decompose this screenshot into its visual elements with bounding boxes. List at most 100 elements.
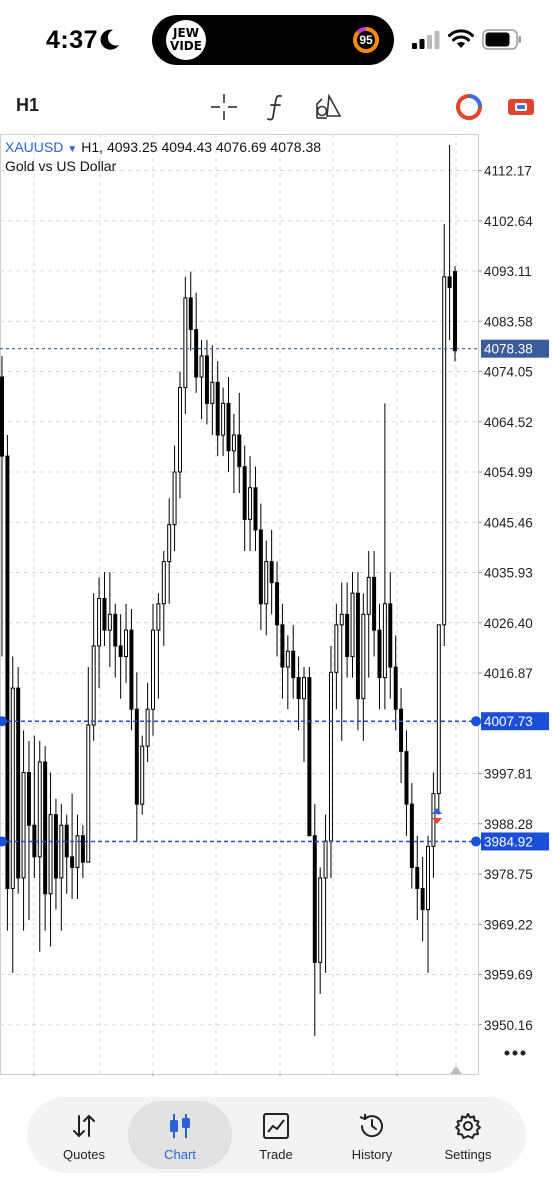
timeframe-button[interactable]: H1: [16, 95, 39, 116]
app-logo: JEW VIDE: [166, 20, 206, 60]
candle-bull: [442, 276, 447, 626]
candle-bear: [269, 561, 274, 584]
symbol-dropdown-caret-icon[interactable]: ▼: [67, 144, 77, 155]
candle-bull: [231, 434, 236, 452]
candle-bear: [43, 761, 48, 895]
candle-bull: [221, 402, 226, 436]
price-axis-label: 4045.46: [484, 515, 533, 530]
candle-bear: [113, 613, 118, 647]
candle-bull: [145, 708, 150, 747]
price-chart[interactable]: 4112.17 4102.64 4093.11 4083.58 4074.05 4064.…: [0, 134, 553, 1076]
quotes-icon: [73, 1115, 95, 1137]
candle-bear: [420, 888, 425, 911]
candle-bull: [199, 355, 204, 378]
candle-bear: [215, 381, 220, 436]
symbol-name[interactable]: XAUUSD: [5, 139, 63, 155]
candle-bear: [118, 645, 123, 657]
level-handle-right: [471, 716, 481, 727]
candle-bull: [328, 671, 333, 842]
candle-bull: [161, 561, 166, 605]
candle-bull: [339, 613, 344, 626]
more-options-icon[interactable]: [503, 1049, 527, 1057]
candle-bull: [97, 597, 102, 647]
candle-bull: [10, 687, 15, 890]
history-icon: [359, 1114, 383, 1138]
candle-bull: [151, 629, 155, 710]
cellular-signal-icon: [412, 31, 440, 49]
chart-candles-icon: [170, 1114, 190, 1138]
nav-settings[interactable]: Settings: [416, 1101, 520, 1169]
candle-bull: [248, 487, 253, 520]
candlestick-chart[interactable]: 4112.17 4102.64 4093.11 4083.58 4074.05 4064.…: [0, 134, 553, 1076]
candle-bear: [258, 529, 263, 605]
price-axis-label: 3997.81: [484, 767, 533, 782]
candle-bear: [291, 650, 296, 679]
candle-bear: [296, 677, 301, 700]
candle-bear: [80, 835, 85, 863]
candle-bull: [177, 387, 182, 473]
price-axis-label: 4026.40: [484, 616, 533, 631]
candle-bear: [404, 750, 409, 805]
ohlc-summary: H1, 4093.25 4094.43 4076.69 4078.38: [81, 139, 322, 155]
candle-bear: [0, 376, 4, 457]
chart-toolbar: H1: [0, 80, 553, 132]
candle-bear: [409, 803, 414, 868]
level-price-label: 4007.73: [484, 714, 533, 729]
nav-quotes[interactable]: Quotes: [32, 1101, 136, 1169]
plot-frame: [0, 134, 479, 1075]
candle-bull: [366, 576, 371, 615]
price-axis-label: 4035.93: [484, 566, 533, 581]
candle-bear: [312, 835, 317, 963]
crosshair-icon[interactable]: [209, 92, 239, 122]
candle-bull: [302, 677, 306, 700]
price-axis-label: 4054.99: [484, 465, 533, 480]
price-axis-label: 4083.58: [484, 314, 533, 329]
trade-toggle-icon[interactable]: [506, 92, 536, 122]
price-axis-label: 4093.11: [484, 264, 532, 279]
dynamic-island: JEW VIDE 95: [152, 15, 394, 65]
candle-bear: [355, 592, 360, 700]
moon-icon: [100, 29, 119, 50]
candle-bear: [415, 866, 420, 890]
candle-bear: [226, 402, 231, 452]
candle-bull: [350, 592, 355, 657]
candle-bull: [156, 603, 161, 631]
candle-bear: [188, 297, 193, 331]
candle-bull: [382, 603, 387, 679]
nav-history-label: History: [351, 1147, 393, 1162]
nav-trade[interactable]: Trade: [224, 1101, 328, 1169]
candle-bull: [426, 845, 431, 911]
price-axis-label: 4074.05: [484, 365, 533, 380]
nav-history[interactable]: History: [320, 1101, 424, 1169]
price-axis-label: 4016.87: [484, 666, 533, 681]
nav-quotes-label: Quotes: [63, 1147, 105, 1162]
indicator-toggle-icon[interactable]: [454, 92, 484, 122]
settings-gear-icon: [455, 1113, 481, 1139]
candle-bear: [70, 856, 75, 868]
function-icon[interactable]: [262, 92, 292, 122]
candle-bull: [285, 650, 290, 668]
price-axis-label: 3959.69: [484, 968, 533, 983]
candle-bear: [102, 597, 107, 631]
candle-bull: [107, 613, 112, 631]
candle-bull: [323, 840, 328, 879]
level-price-label: 3984.92: [484, 834, 533, 849]
candle-bull: [124, 629, 129, 657]
nav-chart[interactable]: Chart: [128, 1101, 232, 1169]
candle-bull: [172, 471, 177, 526]
bottom-navigation: Quotes Chart Trade History Settings: [27, 1097, 526, 1173]
symbol-description: Gold vs US Dollar: [5, 158, 117, 174]
candle-bear: [399, 708, 404, 752]
nav-settings-label: Settings: [444, 1147, 492, 1162]
candle-bull: [183, 297, 188, 389]
candle-bull: [361, 613, 366, 700]
price-axis-label: 4102.64: [484, 214, 533, 229]
candle-bull: [167, 524, 172, 563]
price-axis-label: 3950.16: [484, 1018, 533, 1033]
objects-icon[interactable]: [313, 92, 343, 122]
candle-bear: [393, 666, 398, 710]
price-axis-label: 3978.75: [484, 867, 533, 882]
candle-bear: [26, 771, 31, 826]
trade-icon: [263, 1113, 289, 1139]
candle-bull: [37, 761, 42, 858]
